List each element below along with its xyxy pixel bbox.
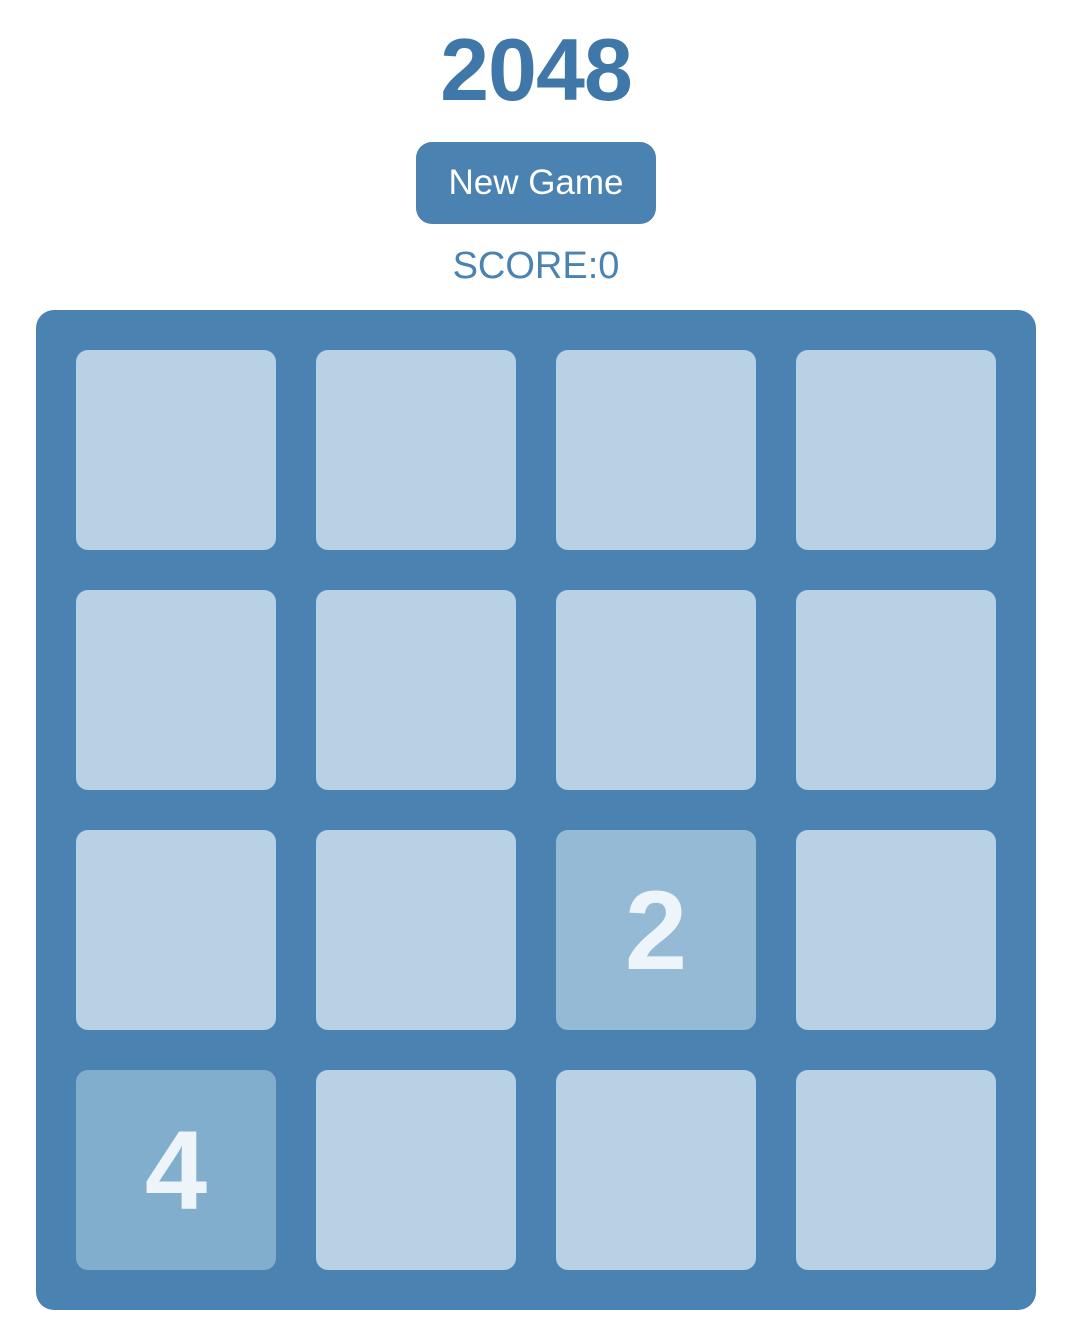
tile-4: 4 bbox=[76, 1070, 276, 1270]
score-display: SCORE:0 bbox=[452, 245, 620, 287]
board-cell bbox=[796, 1070, 996, 1270]
board-cell bbox=[76, 830, 276, 1030]
game-title: 2048 bbox=[440, 20, 633, 119]
board-cell bbox=[316, 350, 516, 550]
board-cell bbox=[316, 1070, 516, 1270]
game-board[interactable]: 2 4 bbox=[36, 310, 1036, 1310]
board-cell bbox=[556, 590, 756, 790]
board-cell bbox=[556, 350, 756, 550]
board-cell bbox=[76, 590, 276, 790]
board-cell bbox=[796, 830, 996, 1030]
new-game-button[interactable]: New Game bbox=[416, 142, 656, 224]
board-cell bbox=[796, 350, 996, 550]
board-cell bbox=[76, 350, 276, 550]
board-cell bbox=[796, 590, 996, 790]
tile-2: 2 bbox=[556, 830, 756, 1030]
board-cell bbox=[316, 590, 516, 790]
board-cell bbox=[556, 1070, 756, 1270]
board-cell bbox=[316, 830, 516, 1030]
